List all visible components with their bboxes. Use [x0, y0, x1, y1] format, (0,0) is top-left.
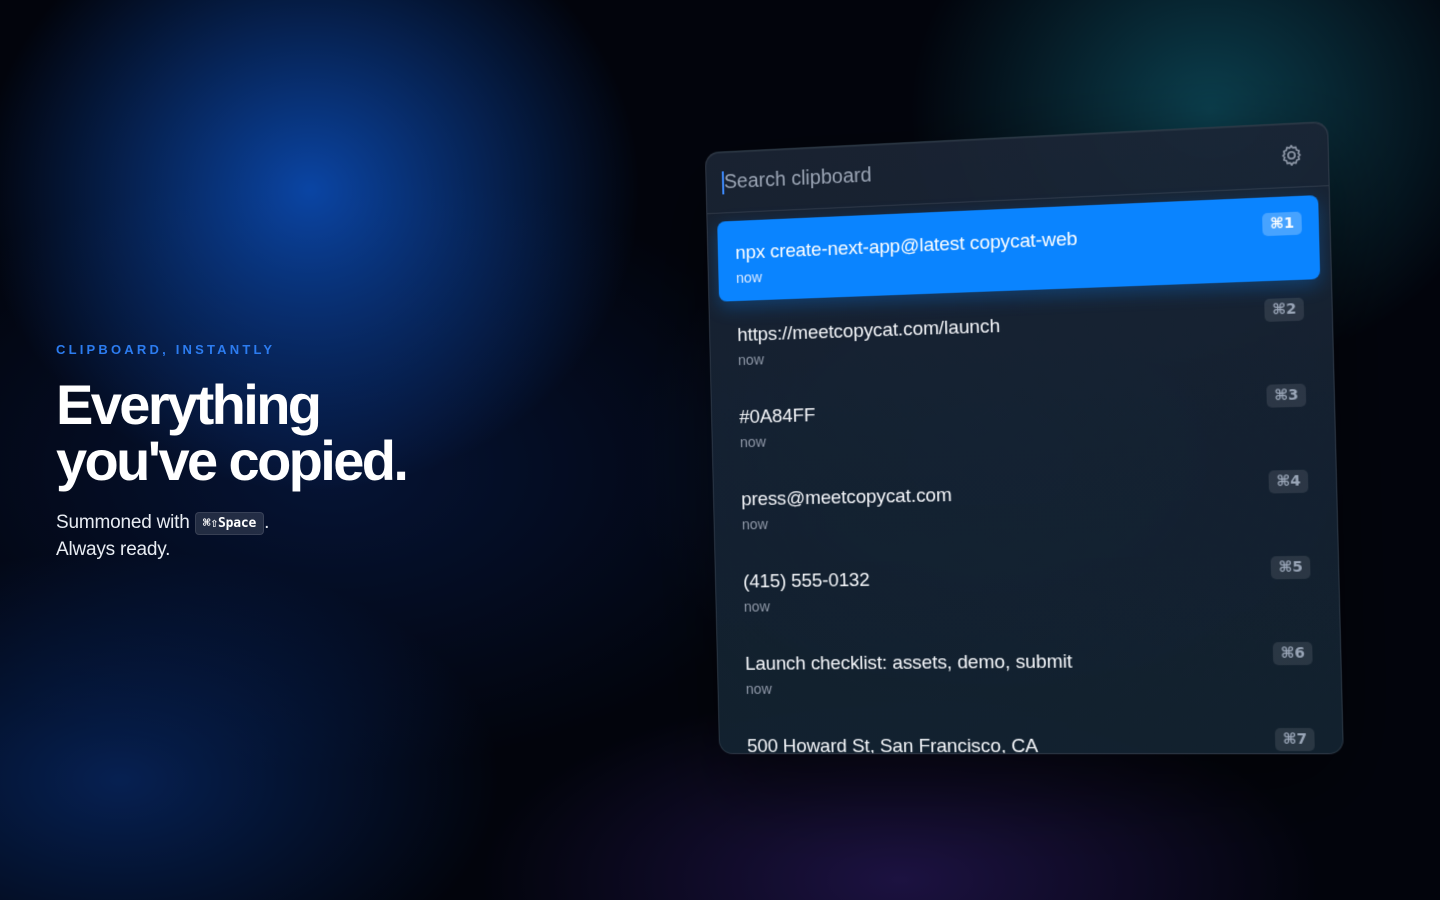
clipboard-item-time: now: [745, 681, 772, 698]
gear-icon[interactable]: [1278, 142, 1304, 168]
clipboard-item-text: Launch checklist: assets, demo, submit: [744, 651, 1073, 675]
clipboard-item-4[interactable]: press@meetcopycat.com now ⌘4: [723, 453, 1327, 547]
clipboard-item-time: now: [743, 599, 771, 616]
item-shortcut-badge: ⌘7: [1275, 727, 1315, 752]
clipboard-panel: npx create-next-app@latest copycat-web n…: [704, 120, 1344, 755]
clipboard-item-5[interactable]: (415) 555-0132 now ⌘5: [725, 540, 1329, 630]
item-shortcut-badge: ⌘5: [1270, 555, 1311, 580]
item-shortcut-badge: ⌘1: [1262, 211, 1302, 237]
clipboard-item-6[interactable]: Launch checklist: assets, demo, submit n…: [727, 626, 1331, 712]
item-shortcut-badge: ⌘3: [1266, 383, 1307, 408]
clipboard-item-text: (415) 555-0132: [742, 569, 871, 593]
item-shortcut-badge: ⌘2: [1264, 297, 1305, 322]
search-input[interactable]: [719, 141, 1231, 199]
clipboard-item-time: now: [741, 516, 769, 534]
clipboard-list: npx create-next-app@latest copycat-web n…: [707, 186, 1344, 754]
item-shortcut-badge: ⌘6: [1272, 641, 1313, 666]
panel-stage: npx create-next-app@latest copycat-web n…: [0, 0, 1440, 900]
clipboard-item-7[interactable]: 500 Howard St, San Francisco, CA ⌘7: [729, 712, 1333, 754]
clipboard-item-text: press@meetcopycat.com: [741, 484, 953, 511]
item-shortcut-badge: ⌘4: [1268, 469, 1309, 494]
clipboard-item-3[interactable]: #0A84FF now ⌘3: [721, 367, 1324, 465]
clipboard-item-text: 500 Howard St, San Francisco, CA: [746, 735, 1039, 755]
